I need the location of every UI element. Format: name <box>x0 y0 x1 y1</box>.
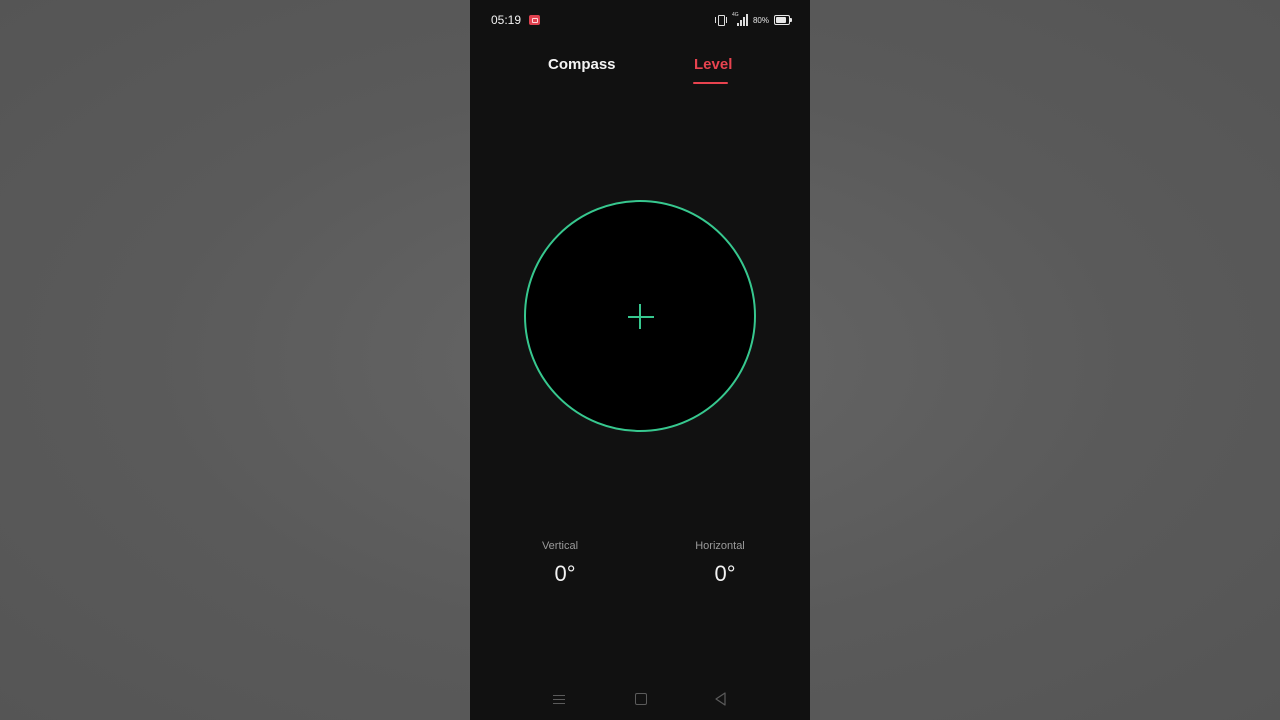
horizontal-label: Horizontal <box>695 540 745 552</box>
crosshair-horizontal <box>628 316 654 318</box>
signal-icon: 4G <box>731 12 748 26</box>
crosshair-vertical <box>639 304 641 329</box>
battery-icon <box>774 15 792 25</box>
tab-compass[interactable]: Compass <box>548 56 616 73</box>
active-tab-indicator <box>693 82 728 84</box>
battery-percent: 80% <box>752 15 769 25</box>
tab-level[interactable]: Level <box>694 56 732 73</box>
screen-record-icon <box>529 15 540 25</box>
horizontal-value: 0° <box>714 561 736 586</box>
navigation-bar <box>470 686 810 714</box>
vibrate-icon <box>714 14 727 26</box>
vertical-value: 0° <box>554 561 576 586</box>
home-icon[interactable] <box>635 693 647 705</box>
status-icons: 4G 80% <box>714 12 792 27</box>
phone-screen: 05:19 4G 80% Compass Level Vertical 0° H… <box>470 0 810 720</box>
vertical-readout: Vertical 0° <box>510 540 610 587</box>
menu-icon[interactable] <box>553 694 565 704</box>
horizontal-readout: Horizontal 0° <box>670 540 770 587</box>
tab-bar: Compass Level <box>470 52 810 92</box>
vertical-label: Vertical <box>541 540 579 552</box>
status-bar: 05:19 4G 80% <box>470 0 810 40</box>
signal-label: 4G <box>731 12 739 18</box>
status-time: 05:19 <box>491 13 522 27</box>
back-icon[interactable] <box>714 692 728 706</box>
